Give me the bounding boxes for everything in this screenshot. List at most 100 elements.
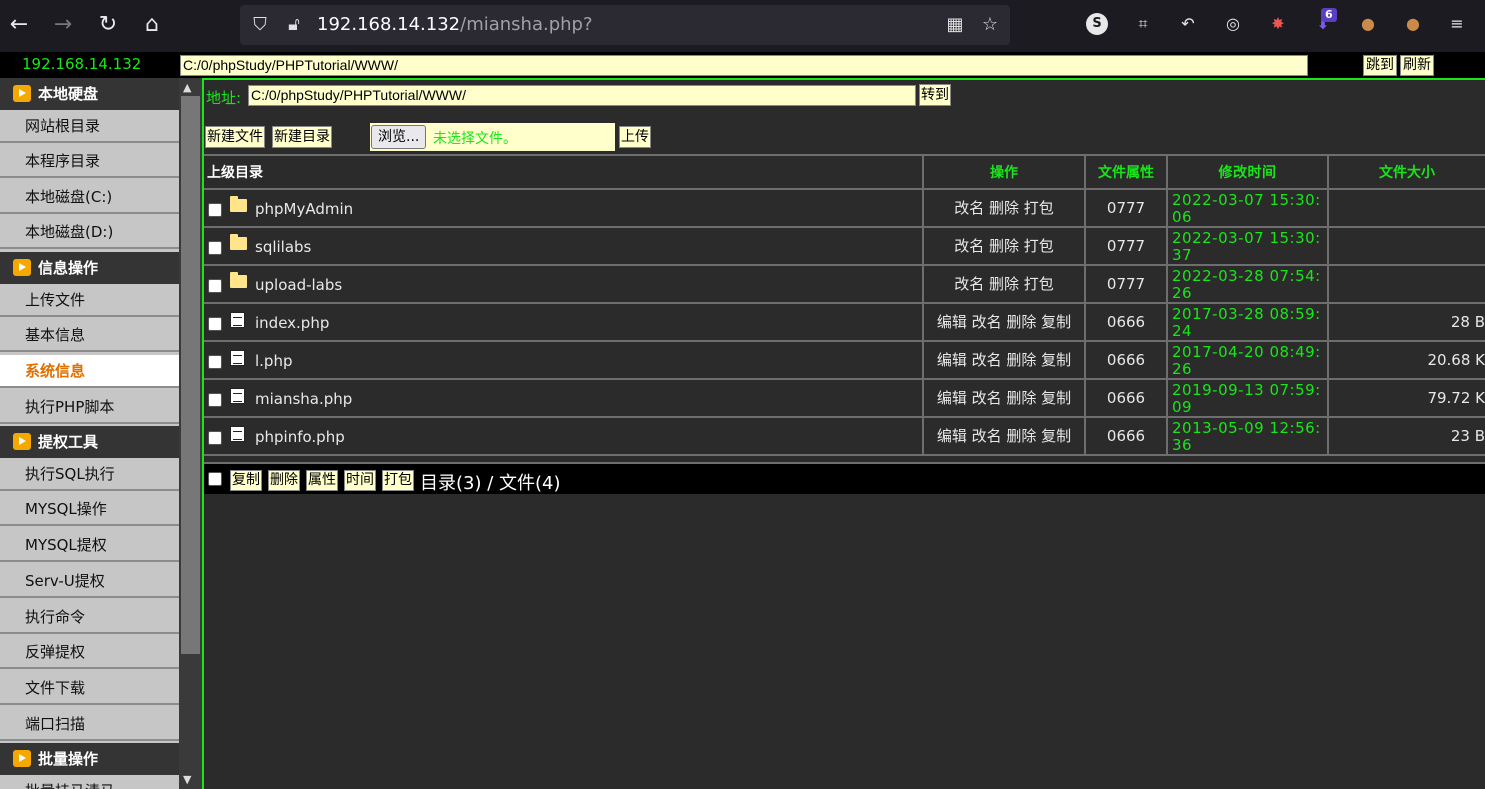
- file-actions[interactable]: 编辑 改名 删除 复制: [924, 380, 1086, 416]
- row-checkbox[interactable]: [208, 203, 222, 217]
- star-icon[interactable]: ☆: [978, 13, 1002, 37]
- file-actions[interactable]: 改名 删除 打包: [924, 266, 1086, 302]
- sidebar-item-mysql-op[interactable]: MYSQL操作: [0, 493, 179, 526]
- back-icon[interactable]: ←: [6, 11, 32, 39]
- reload-icon[interactable]: ↻: [95, 11, 121, 39]
- goto-button[interactable]: 转到: [919, 84, 951, 106]
- file-permission[interactable]: 0777: [1086, 266, 1168, 302]
- file-name-link[interactable]: phpinfo.php: [255, 428, 345, 446]
- extension-glasses-icon[interactable]: ◎: [1221, 12, 1245, 36]
- file-permission[interactable]: 0666: [1086, 418, 1168, 454]
- file-size: 23 B: [1450, 427, 1485, 445]
- sidebar-item-mysql-priv[interactable]: MYSQL提权: [0, 529, 179, 562]
- file-actions[interactable]: 编辑 改名 删除 复制: [924, 418, 1086, 454]
- file-actions[interactable]: 改名 删除 打包: [924, 228, 1086, 264]
- menu-icon[interactable]: ≡: [1445, 12, 1469, 36]
- sidebar-item-servu-priv[interactable]: Serv-U提权: [0, 565, 179, 598]
- delete-button[interactable]: 删除: [268, 470, 300, 491]
- file-name-link[interactable]: phpMyAdmin: [255, 200, 353, 218]
- row-checkbox[interactable]: [208, 279, 222, 293]
- insecure-lock-icon[interactable]: 🔓︎: [282, 13, 306, 37]
- time-button[interactable]: 时间: [344, 470, 376, 491]
- parent-dir-link[interactable]: 上级目录: [204, 156, 924, 188]
- home-icon[interactable]: ⌂: [139, 11, 165, 39]
- sidebar-item-program-dir[interactable]: 本程序目录: [0, 145, 179, 178]
- sidebar-item-sql-exec[interactable]: 执行SQL执行: [0, 458, 179, 491]
- file-actions[interactable]: 编辑 改名 删除 复制: [924, 304, 1086, 340]
- sidebar-item-file-download[interactable]: 文件下载: [0, 672, 179, 705]
- extension-fox-icon[interactable]: ✸: [1266, 12, 1290, 36]
- url-bar[interactable]: ⛉ 🔓︎ 192.168.14.132/miansha.php? ▦ ☆: [240, 5, 1010, 45]
- file-mtime[interactable]: 2022-03-07 15:30: 06: [1168, 190, 1329, 226]
- scroll-up-icon[interactable]: ▲: [183, 81, 191, 94]
- sidebar-item-upload[interactable]: 上传文件: [0, 284, 179, 317]
- sidebar-group-batch[interactable]: 批量操作: [0, 743, 179, 775]
- sidebar-item-reverse-shell[interactable]: 反弹提权: [0, 636, 179, 669]
- qr-icon[interactable]: ▦: [943, 13, 967, 37]
- file-actions[interactable]: 编辑 改名 删除 复制: [924, 342, 1086, 378]
- pack-button[interactable]: 打包: [382, 470, 414, 491]
- row-checkbox[interactable]: [208, 393, 222, 407]
- select-all-checkbox[interactable]: [208, 472, 222, 486]
- file-permission[interactable]: 0777: [1086, 190, 1168, 226]
- file-mtime[interactable]: 2019-09-13 07:59: 09: [1168, 380, 1329, 416]
- sidebar-group-info[interactable]: 信息操作: [0, 252, 179, 284]
- file-name-link[interactable]: index.php: [255, 314, 329, 332]
- file-mtime[interactable]: 2017-03-28 08:59: 24: [1168, 304, 1329, 340]
- file-permission[interactable]: 0666: [1086, 304, 1168, 340]
- browse-button[interactable]: 浏览...: [371, 125, 427, 149]
- sidebar-item-run-php[interactable]: 执行PHP脚本: [0, 391, 179, 424]
- sidebar-item-port-scan[interactable]: 端口扫描: [0, 708, 179, 741]
- copy-button[interactable]: 复制: [230, 470, 262, 491]
- new-file-button[interactable]: 新建文件: [205, 126, 265, 148]
- table-row: phpMyAdmin 改名 删除 打包 0777 2022-03-07 15:30: 0…: [204, 190, 1485, 228]
- sidebar-group-privesc[interactable]: 提权工具: [0, 426, 179, 458]
- file-name-link[interactable]: upload-labs: [255, 276, 342, 294]
- file-mtime[interactable]: 2022-03-07 15:30: 37: [1168, 228, 1329, 264]
- file-name-link[interactable]: sqlilabs: [255, 238, 311, 256]
- cookie-editor-icon[interactable]: ●: [1401, 12, 1425, 36]
- file-permission[interactable]: 0666: [1086, 380, 1168, 416]
- sidebar-scrollbar[interactable]: ▲ ▼: [179, 78, 202, 789]
- sidebar-item-batch-trojan[interactable]: 批量挂马清马: [0, 775, 179, 789]
- sidebar-item-disk-d[interactable]: 本地磁盘(D:): [0, 216, 179, 249]
- file-name-link[interactable]: miansha.php: [255, 390, 352, 408]
- path-input[interactable]: C:/0/phpStudy/PHPTutorial/WWW/: [180, 55, 1308, 76]
- file-name-link[interactable]: l.php: [255, 352, 293, 370]
- forward-icon[interactable]: →: [50, 11, 76, 39]
- file-picker[interactable]: 浏览... 未选择文件。: [370, 123, 615, 151]
- address-input[interactable]: C:/0/phpStudy/PHPTutorial/WWW/: [248, 85, 916, 106]
- sidebar-item-exec-cmd[interactable]: 执行命令: [0, 601, 179, 634]
- attr-button[interactable]: 属性: [306, 470, 338, 491]
- address-label: 地址:: [206, 89, 242, 107]
- sidebar-item-disk-c[interactable]: 本地磁盘(C:): [0, 181, 179, 214]
- file-mtime[interactable]: 2013-05-09 12:56: 36: [1168, 418, 1329, 454]
- undo-icon[interactable]: ↶: [1176, 12, 1200, 36]
- scroll-down-icon[interactable]: ▼: [183, 773, 191, 786]
- row-checkbox[interactable]: [208, 355, 222, 369]
- file-permission[interactable]: 0777: [1086, 228, 1168, 264]
- sidebar-item-web-root[interactable]: 网站根目录: [0, 110, 179, 143]
- jump-button[interactable]: 跳到: [1363, 55, 1397, 76]
- row-checkbox[interactable]: [208, 431, 222, 445]
- file-mtime[interactable]: 2022-03-28 07:54: 26: [1168, 266, 1329, 302]
- new-dir-button[interactable]: 新建目录: [272, 126, 332, 148]
- row-checkbox[interactable]: [208, 241, 222, 255]
- sidebar-group-disk[interactable]: 本地硬盘: [0, 78, 179, 110]
- shield-icon[interactable]: ⛉: [248, 13, 272, 37]
- file-permission[interactable]: 0666: [1086, 342, 1168, 378]
- crop-icon[interactable]: ⌗: [1131, 12, 1155, 36]
- sidebar-item-system-info[interactable]: 系统信息: [0, 355, 179, 388]
- file-actions[interactable]: 改名 删除 打包: [924, 190, 1086, 226]
- header-attr: 文件属性: [1086, 156, 1168, 188]
- cookie-icon[interactable]: ●: [1356, 12, 1380, 36]
- sidebar-item-basic-info[interactable]: 基本信息: [0, 319, 179, 352]
- scroll-thumb[interactable]: [181, 96, 200, 654]
- refresh-button[interactable]: 刷新: [1400, 55, 1434, 76]
- upload-button[interactable]: 上传: [619, 126, 651, 148]
- url-text[interactable]: 192.168.14.132/miansha.php?: [317, 14, 593, 35]
- extension-s-icon[interactable]: S: [1086, 13, 1108, 35]
- row-checkbox[interactable]: [208, 317, 222, 331]
- file-mtime[interactable]: 2017-04-20 08:49: 26: [1168, 342, 1329, 378]
- play-arrow-icon: [13, 433, 31, 450]
